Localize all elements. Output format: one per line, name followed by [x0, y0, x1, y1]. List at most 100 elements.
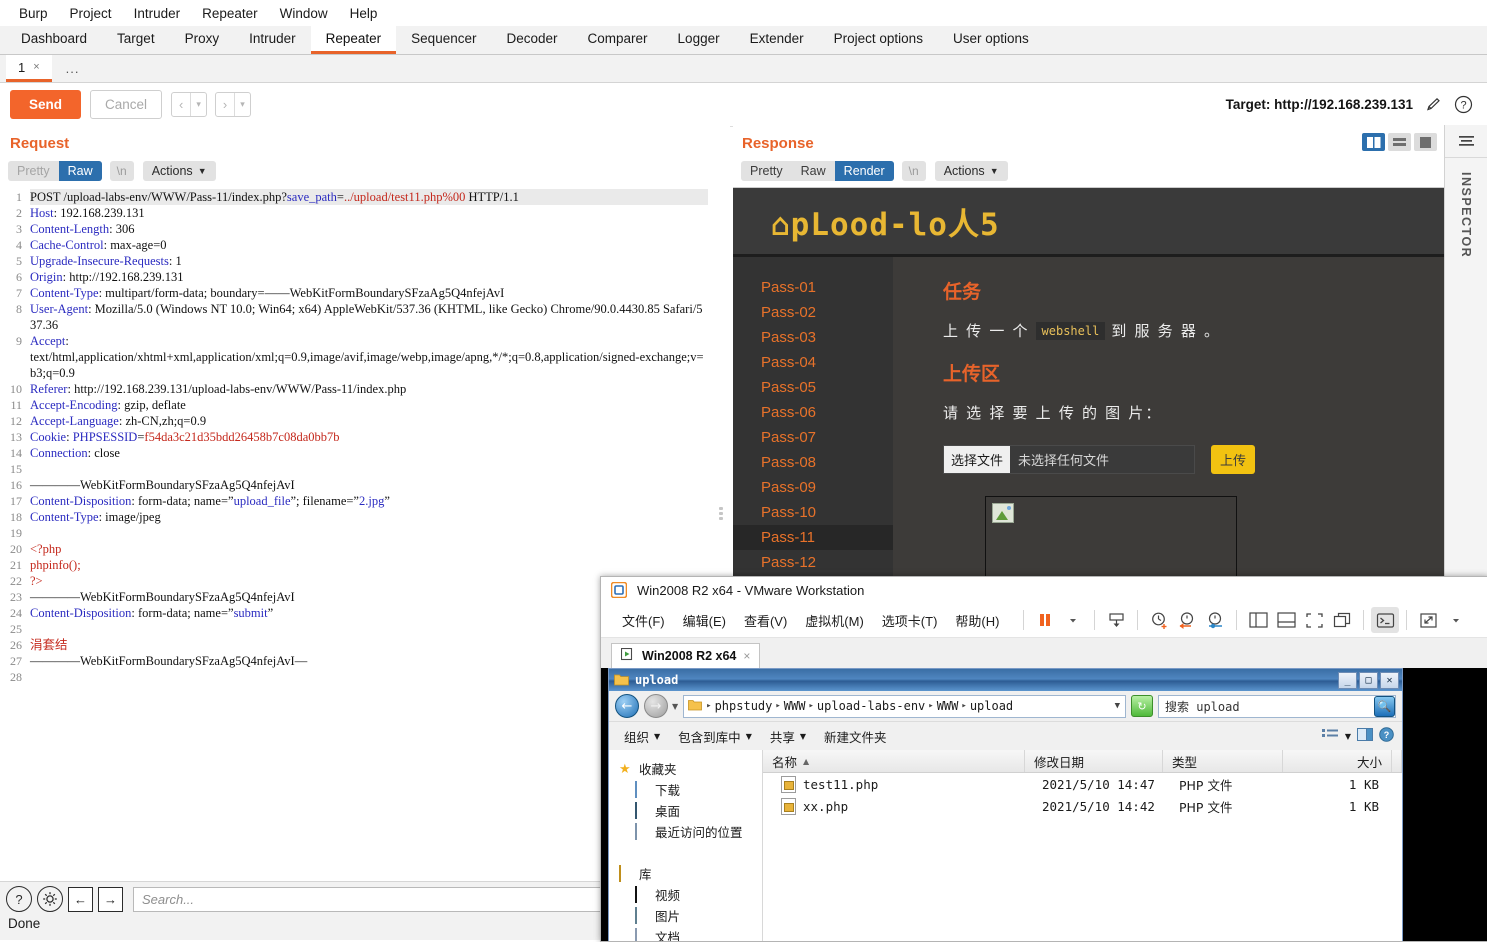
search-icon[interactable]: 🔍 [1374, 695, 1395, 717]
vm-menu-vm[interactable]: 虚拟机(M) [796, 607, 873, 634]
pass-link-pass-03[interactable]: Pass-03 [733, 325, 893, 350]
pass-link-pass-05[interactable]: Pass-05 [733, 375, 893, 400]
menu-repeater[interactable]: Repeater [191, 3, 269, 24]
pass-link-pass-09[interactable]: Pass-09 [733, 475, 893, 500]
vm-guest-screen[interactable]: upload _ □ ✕ ← → ▼ ▸ phpstudy ▸ WWW ▸ up… [601, 668, 1487, 941]
tab-decoder[interactable]: Decoder [491, 26, 572, 54]
table-row[interactable]: xx.php 2021/5/10 14:42 PHP 文件 1 KB [763, 795, 1402, 817]
chevron-down-icon[interactable] [1442, 607, 1470, 633]
file-input[interactable]: 选择文件 未选择任何文件 [943, 445, 1195, 474]
pause-icon[interactable] [1031, 607, 1059, 633]
refresh-icon[interactable]: ↻ [1131, 695, 1153, 717]
upload-submit-button[interactable]: 上传 [1211, 445, 1256, 474]
request-newline-toggle[interactable]: \n [109, 161, 134, 181]
tab-logger[interactable]: Logger [663, 26, 735, 54]
request-mode-pretty[interactable]: Pretty [8, 161, 59, 181]
chevron-down-icon[interactable]: ▾ [234, 93, 250, 116]
menu-project[interactable]: Project [59, 3, 123, 24]
column-name[interactable]: 名称 ▲ [763, 750, 1025, 772]
response-mode-render[interactable]: Render [834, 161, 894, 181]
request-mode-raw[interactable]: Raw [58, 161, 102, 181]
organize-button[interactable]: 组织 ▼ [617, 724, 667, 749]
fullscreen-icon[interactable] [1300, 607, 1328, 633]
search-input[interactable]: 搜索 upload 🔍 [1158, 694, 1396, 718]
choose-file-button[interactable]: 选择文件 [944, 446, 1011, 473]
menu-burp[interactable]: Burp [8, 3, 59, 24]
include-in-library-button[interactable]: 包含到库中 ▼ [671, 724, 759, 749]
pass-link-pass-10[interactable]: Pass-10 [733, 500, 893, 525]
response-mode-raw[interactable]: Raw [792, 161, 835, 181]
hamburger-icon[interactable] [1445, 125, 1487, 158]
column-size[interactable]: 大小 [1283, 750, 1392, 772]
windows-explorer-window[interactable]: upload _ □ ✕ ← → ▼ ▸ phpstudy ▸ WWW ▸ up… [608, 668, 1403, 941]
pass-link-pass-07[interactable]: Pass-07 [733, 425, 893, 450]
tab-repeater[interactable]: Repeater [310, 26, 397, 54]
pass-link-pass-08[interactable]: Pass-08 [733, 450, 893, 475]
column-type[interactable]: 类型 [1163, 750, 1283, 772]
help-icon[interactable]: ? [1379, 727, 1394, 745]
chevron-down-icon[interactable] [1059, 607, 1087, 633]
sidebar-item-下载[interactable]: 下载 [619, 779, 762, 800]
pass-link-pass-06[interactable]: Pass-06 [733, 400, 893, 425]
chevron-down-icon[interactable]: ▼ [1345, 732, 1351, 741]
split-horizontal-icon[interactable] [1388, 133, 1411, 151]
close-icon[interactable]: × [743, 649, 750, 663]
question-icon[interactable]: ? [1453, 95, 1473, 115]
menu-window[interactable]: Window [269, 3, 339, 24]
vm-menu-tabs[interactable]: 选项卡(T) [873, 607, 947, 634]
breadcrumb-item-www[interactable]: WWW [784, 699, 806, 713]
send-ctrl-alt-del-icon[interactable] [1102, 607, 1130, 633]
forward-button-group[interactable]: › ▾ [214, 92, 251, 117]
pass-link-pass-02[interactable]: Pass-02 [733, 300, 893, 325]
terminal-icon[interactable] [1371, 607, 1400, 633]
sidebar-item-图片[interactable]: 图片 [619, 905, 762, 926]
breadcrumb-item-phpstudy[interactable]: phpstudy [715, 699, 773, 713]
vmware-workstation-window[interactable]: Win2008 R2 x64 - VMware Workstation 文件(F… [600, 576, 1487, 942]
cancel-button[interactable]: Cancel [90, 90, 163, 119]
request-actions-button[interactable]: Actions ▼ [142, 161, 216, 181]
breadcrumb-item-upload-labs-env[interactable]: upload-labs-env [817, 699, 925, 713]
sidebar-item-视频[interactable]: 视频 [619, 884, 762, 905]
menu-help[interactable]: Help [339, 3, 389, 24]
share-button[interactable]: 共享 ▼ [763, 724, 813, 749]
column-date[interactable]: 修改日期 [1025, 750, 1163, 772]
close-icon[interactable]: × [33, 61, 39, 73]
sidebar-item-最近访问的位置[interactable]: 最近访问的位置 [619, 821, 762, 842]
breadcrumb-item-www-2[interactable]: WWW [937, 699, 959, 713]
chevron-down-icon[interactable]: ▾ [190, 93, 206, 116]
stretch-icon[interactable] [1414, 607, 1442, 633]
sidebar-item-收藏夹[interactable]: ★ 收藏夹 [619, 758, 762, 779]
response-mode-pretty[interactable]: Pretty [741, 161, 792, 181]
maximize-button[interactable]: □ [1359, 671, 1378, 689]
snapshot-take-icon[interactable] [1145, 607, 1173, 633]
chevron-right-icon[interactable]: › [216, 93, 234, 116]
single-pane-icon[interactable] [1414, 133, 1437, 151]
minimize-button[interactable]: _ [1338, 671, 1357, 689]
repeater-tab-1[interactable]: 1 × [6, 55, 52, 82]
back-button[interactable]: ← [615, 694, 639, 718]
snapshot-manager-icon[interactable] [1201, 607, 1229, 633]
tab-comparer[interactable]: Comparer [573, 26, 663, 54]
tab-sequencer[interactable]: Sequencer [396, 26, 491, 54]
question-icon[interactable]: ? [6, 886, 32, 912]
tab-dashboard[interactable]: Dashboard [6, 26, 102, 54]
tab-proxy[interactable]: Proxy [170, 26, 235, 54]
sidebar-item-库[interactable]: 库 [619, 863, 762, 884]
new-folder-button[interactable]: 新建文件夹 [817, 724, 894, 749]
vm-menu-view[interactable]: 查看(V) [735, 607, 796, 634]
explorer-file-list[interactable]: 名称 ▲ 修改日期 类型 大小 test11.php 2021/5/10 14:4… [763, 750, 1402, 941]
repeater-new-tab-button[interactable]: ... [52, 55, 94, 82]
unity-icon[interactable] [1328, 607, 1356, 633]
tab-intruder[interactable]: Intruder [234, 26, 311, 54]
vm-menu-help[interactable]: 帮助(H) [946, 607, 1008, 634]
vm-menu-file[interactable]: 文件(F) [613, 607, 674, 634]
tab-extender[interactable]: Extender [735, 26, 819, 54]
tab-project-options[interactable]: Project options [819, 26, 938, 54]
vm-menu-edit[interactable]: 编辑(E) [674, 607, 735, 634]
arrow-left-icon[interactable]: ← [68, 886, 93, 912]
console-pane-icon[interactable] [1272, 607, 1300, 633]
arrow-right-icon[interactable]: → [98, 886, 123, 912]
table-row[interactable]: test11.php 2021/5/10 14:47 PHP 文件 1 KB [763, 773, 1402, 795]
split-vertical-icon[interactable] [1362, 133, 1385, 151]
vm-tab-win2008[interactable]: Win2008 R2 x64 × [611, 643, 761, 668]
